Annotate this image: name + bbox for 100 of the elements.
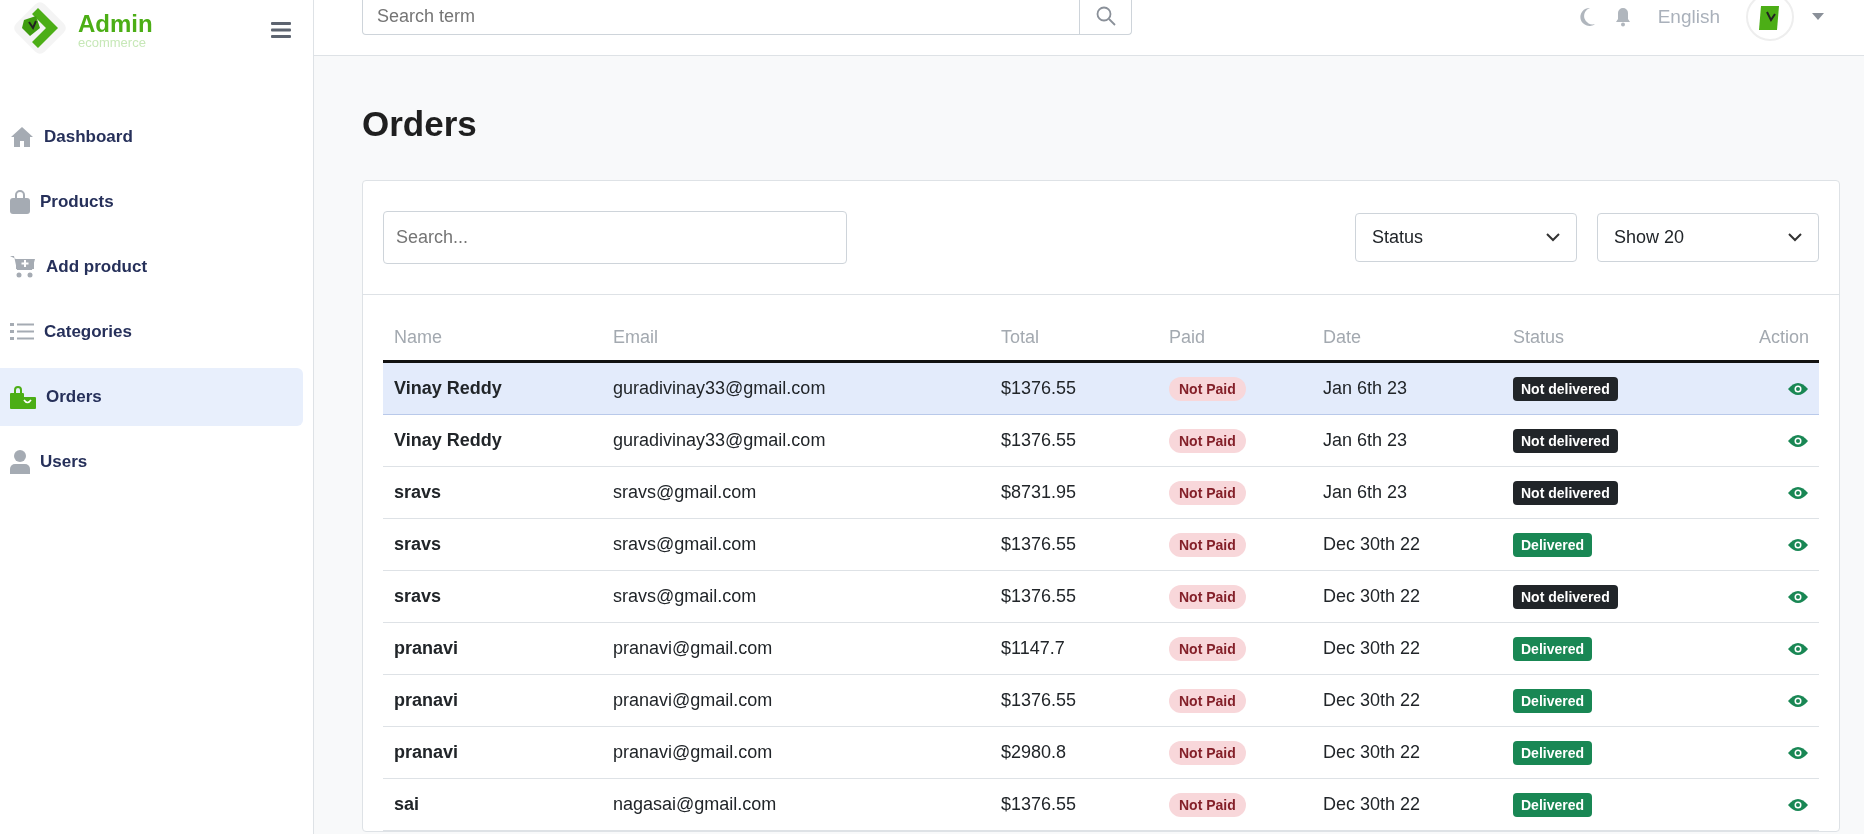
- sidebar-item[interactable]: Orders: [0, 368, 303, 426]
- delivery-status: Delivered: [1513, 532, 1593, 557]
- view-button[interactable]: [1787, 381, 1809, 396]
- view-button[interactable]: [1787, 485, 1809, 500]
- eye-icon: [1787, 797, 1809, 812]
- search-button[interactable]: [1080, 0, 1132, 35]
- table-cell-text: sravs: [393, 482, 443, 503]
- table-cell-text: Dec 30th 22: [1322, 742, 1422, 763]
- delivery-status: Not delivered: [1513, 480, 1618, 505]
- paid-status: Not Paid: [1169, 480, 1246, 505]
- view-button[interactable]: [1787, 433, 1809, 448]
- eye-icon: [1787, 381, 1809, 396]
- table-cell-text: nagasai@gmail.com: [612, 794, 778, 815]
- view-button[interactable]: [1787, 537, 1809, 552]
- table-cell-text: pranavi@gmail.com: [612, 742, 774, 763]
- search-icon: [1095, 6, 1116, 26]
- paid-status: Not Paid: [1169, 532, 1246, 557]
- table-cell-text: $1376.55: [1000, 690, 1078, 711]
- view-button[interactable]: [1787, 745, 1809, 760]
- column-header: Action: [1757, 327, 1810, 348]
- home-icon: [10, 126, 34, 148]
- paid-status: Not Paid: [1169, 376, 1246, 401]
- chevron-icon: [1546, 233, 1560, 242]
- table-cell-text: pranavi: [393, 742, 460, 763]
- table-cell-text: Jan 6th 23: [1322, 378, 1409, 399]
- column-header: Date: [1322, 327, 1363, 348]
- table-cell-text: Dec 30th 22: [1322, 794, 1422, 815]
- sidebar-item[interactable]: Categories: [0, 303, 303, 361]
- table-cell-text: sai: [393, 794, 421, 815]
- table-cell-text: sravs: [393, 586, 443, 607]
- table-cell-text: $1376.55: [1000, 794, 1078, 815]
- table-cell-text: sravs@gmail.com: [612, 534, 758, 555]
- table-cell-text: sravs: [393, 534, 443, 555]
- table-cell-text: Vinay Reddy: [393, 378, 503, 399]
- table-cell-text: guradivinay33@gmail.com: [612, 430, 827, 451]
- paid-status: Not Paid: [1169, 740, 1246, 765]
- paid-status: Not Paid: [1169, 792, 1246, 817]
- eye-icon: [1787, 537, 1809, 552]
- eye-icon: [1787, 693, 1809, 708]
- page-title: Orders: [362, 104, 478, 144]
- menu-button[interactable]: [271, 22, 291, 38]
- column-header: Name: [393, 327, 443, 348]
- table-cell-text: Vinay Reddy: [393, 430, 503, 451]
- delivery-status: Delivered: [1513, 636, 1593, 661]
- table-cell-text: pranavi: [393, 638, 460, 659]
- cart-icon: [10, 255, 36, 279]
- brand-subtitle: ecommerce: [78, 35, 147, 49]
- table-cell-text: Dec 30th 22: [1322, 690, 1422, 711]
- view-button[interactable]: [1787, 641, 1809, 656]
- eye-icon: [1787, 485, 1809, 500]
- delivery-status: Not delivered: [1513, 584, 1618, 609]
- table-row[interactable]: Vinay Reddy guradivinay33@gmail.com $1376.55 Not Paid Jan 6th 23 Not delivered: [383, 363, 1819, 415]
- avatar-button[interactable]: [1746, 0, 1794, 41]
- delivery-status: Delivered: [1513, 740, 1593, 765]
- table-cell-text: pranavi@gmail.com: [612, 690, 774, 711]
- table-cell-text: guradivinay33@gmail.com: [612, 378, 827, 399]
- menu-icon: [271, 22, 291, 38]
- paid-status: Not Paid: [1169, 584, 1246, 609]
- table-cell-text: $1376.55: [1000, 534, 1078, 555]
- page-size-select[interactable]: Show 20: [1597, 213, 1819, 262]
- bag-icon: [10, 190, 30, 214]
- chevron-icon: [1788, 233, 1802, 242]
- table-cell-text: sravs@gmail.com: [612, 482, 758, 503]
- table-cell-text: sravs@gmail.com: [612, 586, 758, 607]
- sidebar-item[interactable]: Dashboard: [0, 108, 303, 166]
- table-cell-text: pranavi@gmail.com: [612, 638, 774, 659]
- caret-icon[interactable]: [1812, 12, 1824, 21]
- table-cell-text: $1147.7: [1000, 638, 1066, 659]
- sidebar-item[interactable]: Users: [0, 433, 303, 491]
- column-header: Paid: [1168, 327, 1207, 348]
- paid-status: Not Paid: [1169, 428, 1246, 453]
- view-button[interactable]: [1787, 693, 1809, 708]
- sidebar-item[interactable]: Products: [0, 173, 303, 231]
- search-field[interactable]: Search term: [362, 0, 1080, 35]
- table-cell-text: Jan 6th 23: [1322, 430, 1409, 451]
- status-select[interactable]: Status: [1355, 213, 1577, 262]
- table-cell-text: Dec 30th 22: [1322, 638, 1422, 659]
- delivery-status: Delivered: [1513, 792, 1593, 817]
- column-header: Total: [1000, 327, 1041, 348]
- sidebar-item[interactable]: Add product: [0, 238, 303, 296]
- column-header: Status: [1512, 327, 1566, 348]
- delivery-status: Not delivered: [1513, 428, 1618, 453]
- eye-icon: [1787, 589, 1809, 604]
- table-cell-text: Jan 6th 23: [1322, 482, 1409, 503]
- table-cell-text: $1376.55: [1000, 378, 1078, 399]
- view-button[interactable]: [1787, 797, 1809, 812]
- brand-title: Admin: [78, 11, 153, 36]
- view-button[interactable]: [1787, 589, 1809, 604]
- table-cell-text: $1376.55: [1000, 586, 1078, 607]
- list-icon: [10, 322, 34, 342]
- table-cell-text: Dec 30th 22: [1322, 586, 1422, 607]
- delivery-status: Not delivered: [1513, 376, 1618, 401]
- table-cell-text: $8731.95: [1000, 482, 1078, 503]
- search-field[interactable]: Search...: [383, 211, 847, 264]
- table-cell-text: $1376.55: [1000, 430, 1078, 451]
- user-icon: [10, 450, 30, 474]
- column-header: Email: [612, 327, 659, 348]
- table-cell-text: Dec 30th 22: [1322, 534, 1422, 555]
- paid-status: Not Paid: [1169, 688, 1246, 713]
- delivery-status: Delivered: [1513, 688, 1593, 713]
